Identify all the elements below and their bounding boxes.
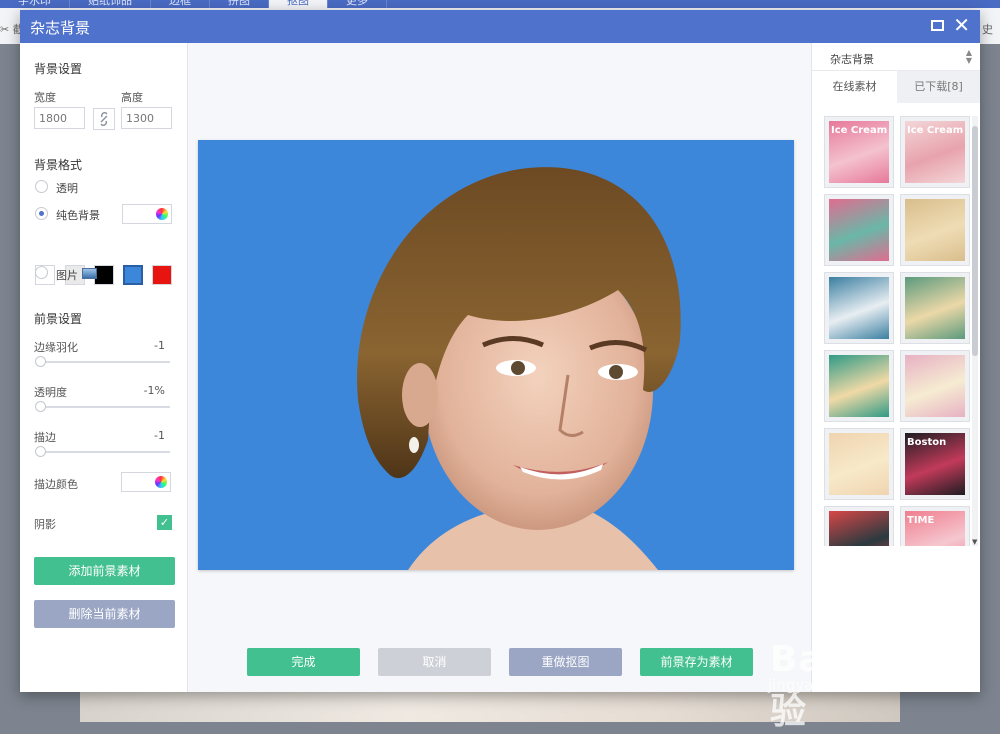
bg-color-picker[interactable] (122, 204, 172, 224)
thumbnail-text: TIME (907, 515, 935, 526)
stroke-label: 描边 (34, 431, 56, 444)
portrait-cutout (357, 167, 681, 570)
swatch-red[interactable] (152, 265, 172, 285)
material-grid: Ice Cream Ice Cream Boston TIME (824, 116, 970, 546)
background-tabs: 字水印 贴纸饰品 边框 拼图 抠图 更多 (0, 0, 387, 8)
tab-online-materials[interactable]: 在线素材 (812, 71, 897, 103)
thumbnail-image (829, 277, 889, 339)
radio-transparent[interactable] (35, 180, 48, 193)
width-input[interactable]: 1800 (34, 107, 85, 129)
material-thumbnail[interactable]: Boston (900, 428, 970, 500)
thumbnail-image (829, 511, 889, 546)
editing-canvas[interactable] (198, 140, 794, 570)
height-label: 高度 (121, 91, 143, 104)
thumbnail-image (905, 355, 965, 417)
material-thumbnail[interactable]: TIME (900, 506, 970, 546)
radio-solid-color[interactable] (35, 207, 48, 220)
material-thumbnail[interactable] (900, 194, 970, 266)
done-button[interactable]: 完成 (247, 648, 360, 676)
feather-slider-knob[interactable] (35, 356, 46, 367)
add-foreground-button[interactable]: 添加前景素材 (34, 557, 175, 585)
bg-tab-frame[interactable]: 边框 (151, 0, 210, 8)
bg-toolbar-right-hint: 史 (982, 23, 993, 36)
save-foreground-button[interactable]: 前景存为素材 (640, 648, 753, 676)
baidu-watermark: Bai du 经验 jingyan.baidu.com (760, 612, 990, 732)
stroke-slider[interactable] (40, 451, 170, 453)
material-thumbnail[interactable] (824, 272, 894, 344)
settings-panel: 背景设置 宽度 高度 1800 1300 背景格式 透明 纯色背景 图片 前景设… (20, 43, 188, 692)
opacity-slider-knob[interactable] (35, 401, 46, 412)
shadow-label: 阴影 (34, 518, 56, 531)
material-scrollbar[interactable]: ▼ (972, 116, 978, 546)
magazine-background-dialog: 杂志背景 ✕ 背景设置 宽度 高度 1800 1300 背景格式 透明 纯色背景… (20, 10, 980, 692)
image-icon (82, 268, 97, 279)
bg-tab-watermark[interactable]: 字水印 (0, 0, 70, 8)
thumbnail-image: TIME (905, 511, 965, 546)
material-thumbnail[interactable] (824, 428, 894, 500)
cancel-button[interactable]: 取消 (378, 648, 491, 676)
width-label: 宽度 (34, 91, 56, 104)
delete-foreground-button[interactable]: 删除当前素材 (34, 600, 175, 628)
opacity-slider[interactable] (40, 406, 170, 408)
select-arrow-icon: ▲ ▼ (965, 48, 972, 65)
shadow-checkbox[interactable]: ✓ (157, 515, 172, 530)
thumbnail-text: Boston (907, 437, 947, 448)
stroke-slider-knob[interactable] (35, 446, 46, 457)
fg-settings-title: 前景设置 (34, 312, 83, 326)
thumbnail-image (829, 433, 889, 495)
swatch-black[interactable] (94, 265, 114, 285)
material-thumbnail[interactable] (900, 272, 970, 344)
material-panel: 杂志背景 ▲ ▼ 在线素材 已下载[8] Ice Cream Ice Cream Bo… (811, 43, 980, 692)
link-aspect-icon[interactable] (93, 108, 115, 130)
category-select-value: 杂志背景 (830, 53, 874, 66)
dialog-title: 杂志背景 (30, 19, 91, 37)
radio-image-label: 图片 (56, 269, 78, 282)
stroke-color-label: 描边颜色 (34, 478, 78, 491)
maximize-icon[interactable] (931, 20, 944, 31)
scroll-down-icon[interactable]: ▼ (972, 538, 977, 546)
thumbnail-text: Ice Cream (907, 125, 964, 136)
redo-cutout-button[interactable]: 重做抠图 (509, 648, 622, 676)
tab-downloaded[interactable]: 已下载[8] (897, 71, 980, 103)
bg-tab-stickers[interactable]: 贴纸饰品 (70, 0, 151, 8)
close-icon[interactable]: ✕ (953, 13, 970, 37)
feather-label: 边缘羽化 (34, 341, 78, 354)
thumbnail-image (829, 199, 889, 261)
bg-format-title: 背景格式 (34, 158, 83, 172)
feather-slider[interactable] (40, 361, 170, 363)
color-wheel-icon (156, 208, 168, 220)
bg-settings-title: 背景设置 (34, 62, 83, 76)
thumbnail-image (905, 199, 965, 261)
thumbnail-text: Ice Cream (831, 125, 888, 136)
thumbnail-image (905, 277, 965, 339)
material-thumbnail[interactable] (824, 350, 894, 422)
material-thumbnail[interactable] (900, 350, 970, 422)
category-select[interactable]: 杂志背景 ▲ ▼ (812, 43, 980, 71)
watermark-url: jingyan.baidu.com (768, 676, 907, 694)
feather-value: -1 (154, 339, 165, 352)
material-thumbnail[interactable] (824, 506, 894, 546)
swatch-blue[interactable] (123, 265, 143, 285)
scrollbar-thumb[interactable] (972, 126, 978, 356)
bg-tab-collage[interactable]: 拼图 (210, 0, 269, 8)
height-input[interactable]: 1300 (121, 107, 172, 129)
material-thumbnail[interactable]: Ice Cream (824, 116, 894, 188)
thumbnail-image: Boston (905, 433, 965, 495)
bg-tab-more[interactable]: 更多 (328, 0, 387, 8)
opacity-label: 透明度 (34, 386, 67, 399)
stroke-value: -1 (154, 429, 165, 442)
radio-transparent-label: 透明 (56, 182, 78, 195)
stroke-color-picker[interactable] (121, 472, 171, 492)
material-thumbnail[interactable]: Ice Cream (900, 116, 970, 188)
opacity-value: -1% (143, 384, 165, 397)
thumbnail-image: Ice Cream (905, 121, 965, 183)
color-wheel-icon (155, 476, 167, 488)
material-thumbnail[interactable] (824, 194, 894, 266)
bg-tab-cutout[interactable]: 抠图 (269, 0, 328, 8)
thumbnail-image (829, 355, 889, 417)
radio-image[interactable] (35, 266, 48, 279)
radio-solid-color-label: 纯色背景 (56, 209, 100, 222)
dialog-titlebar: 杂志背景 ✕ (20, 10, 980, 43)
thumbnail-image: Ice Cream (829, 121, 889, 183)
